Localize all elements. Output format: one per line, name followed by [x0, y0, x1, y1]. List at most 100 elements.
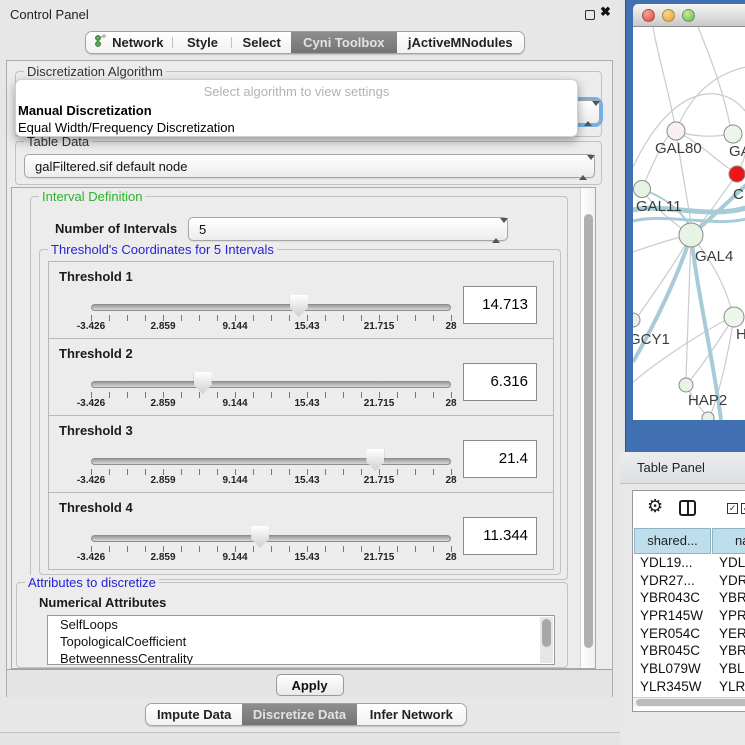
- network-window-titlebar[interactable]: [633, 4, 745, 27]
- table-row[interactable]: YBR043CYBR0: [633, 589, 745, 607]
- table-cell[interactable]: YBL079W: [633, 660, 711, 678]
- column-header-name[interactable]: na: [712, 528, 745, 554]
- scale-tick-label: 2.859: [150, 552, 175, 563]
- list-scrollbar-thumb[interactable]: [542, 619, 551, 647]
- num-intervals-label: Number of Intervals: [55, 221, 177, 236]
- node-label: HAP2: [688, 392, 727, 409]
- numerical-attributes-list[interactable]: SelfLoopsTopologicalCoefficientBetweenne…: [47, 615, 555, 665]
- slider-track[interactable]: [91, 535, 451, 542]
- column-header-shared-name[interactable]: shared...: [634, 528, 711, 554]
- threshold-value-field[interactable]: 11.344: [463, 517, 537, 555]
- group-title: Interval Definition: [39, 189, 145, 204]
- scale-tick-label: -3.426: [77, 398, 105, 409]
- gear-icon[interactable]: ⚙: [647, 497, 663, 515]
- scale-tick-label: 21.715: [364, 398, 395, 409]
- table-data-value: galFiltered.sif default node: [35, 159, 187, 174]
- table-cell[interactable]: YLR3: [711, 678, 745, 696]
- table-rows: YDL19...YDL1YDR27...YDR2YBR043CYBR0YPR14…: [633, 554, 745, 697]
- threshold-label: Threshold 2: [59, 346, 133, 361]
- threshold-label: Threshold 4: [59, 500, 133, 515]
- threshold-label: Threshold 3: [59, 423, 133, 438]
- tab-jactivemnodules[interactable]: jActiveMNodules: [397, 32, 524, 53]
- table-horizontal-scrollbar[interactable]: [633, 697, 745, 707]
- table-cell[interactable]: YPR1: [711, 607, 745, 625]
- tab-style[interactable]: Style: [173, 32, 233, 53]
- threshold-value-field[interactable]: 14.713: [463, 286, 537, 324]
- slider-thumb[interactable]: [251, 526, 269, 548]
- tab-cyni-toolbox[interactable]: Cyni Toolbox: [291, 32, 397, 53]
- num-intervals-select[interactable]: 5: [188, 217, 508, 241]
- table-row[interactable]: YDL19...YDL1: [633, 554, 745, 572]
- tab-infer-network[interactable]: Infer Network: [357, 704, 466, 725]
- table-cell[interactable]: YER054C: [633, 625, 711, 643]
- slider-track[interactable]: [91, 458, 451, 465]
- table-row[interactable]: YDR27...YDR2: [633, 572, 745, 590]
- attribute-list-item[interactable]: BetweennessCentrality: [48, 650, 554, 665]
- attribute-list-item[interactable]: TopologicalCoefficient: [48, 633, 554, 650]
- table-cell[interactable]: YER0: [711, 625, 745, 643]
- settings-scrollbar-thumb[interactable]: [584, 214, 593, 648]
- slider-thumb[interactable]: [366, 449, 384, 471]
- table-hscrollbar-thumb[interactable]: [636, 699, 745, 706]
- table-cell[interactable]: YPR145W: [633, 607, 711, 625]
- close-window-icon[interactable]: ✖: [600, 4, 611, 20]
- table-cell[interactable]: YBR043C: [633, 589, 711, 607]
- node-label: GA: [729, 143, 745, 160]
- table-cell[interactable]: YBL0: [711, 660, 745, 678]
- close-button[interactable]: [642, 9, 655, 22]
- slider-track[interactable]: [91, 304, 451, 311]
- network-canvas[interactable]: GAL80 GA C GAL11 GAL4 GCY1 H HAP2: [633, 27, 745, 420]
- slider-thumb[interactable]: [194, 372, 212, 394]
- network-tab-icon: [95, 34, 107, 51]
- table-cell[interactable]: YDL19...: [633, 554, 711, 572]
- table-row[interactable]: YLR345WYLR3: [633, 678, 745, 696]
- tab-network[interactable]: Network: [86, 32, 173, 53]
- list-scrollbar[interactable]: [540, 617, 553, 663]
- table-cell[interactable]: YBR0: [711, 642, 745, 660]
- cyni-toolbox-panel: Discretization Algorithm Select algorith…: [6, 60, 613, 697]
- attribute-list-item[interactable]: SelfLoops: [48, 616, 554, 633]
- combo-arrows-icon: [492, 223, 500, 238]
- table-cell[interactable]: YBR045C: [633, 642, 711, 660]
- table-data-select[interactable]: galFiltered.sif default node: [24, 154, 595, 178]
- node-label: GAL80: [655, 140, 702, 157]
- table-cell[interactable]: YDR27...: [633, 572, 711, 590]
- scale-tick-label: 2.859: [150, 321, 175, 332]
- tab-select[interactable]: Select: [232, 32, 291, 53]
- interval-definition-group: Interval Definition Number of Intervals …: [30, 196, 568, 580]
- numerical-attributes-label: Numerical Attributes: [39, 595, 166, 610]
- scale-tick-label: -3.426: [77, 321, 105, 332]
- algorithm-dropdown-popup: Select algorithm to view settings Manual…: [15, 79, 578, 137]
- node-label: GAL11: [636, 198, 682, 215]
- table-row[interactable]: YER054CYER0: [633, 625, 745, 643]
- slider-thumb[interactable]: [290, 295, 308, 317]
- popup-item-manual-discretization[interactable]: Manual Discretization: [16, 102, 577, 119]
- tab-label: Select: [243, 35, 281, 50]
- table-row[interactable]: YBL079WYBL0: [633, 660, 745, 678]
- popup-item-equal-width-frequency[interactable]: Equal Width/Frequency Discretization: [16, 119, 577, 136]
- table-cell[interactable]: YLR345W: [633, 678, 711, 696]
- table-row[interactable]: YBR045CYBR0: [633, 642, 745, 660]
- apply-button[interactable]: Apply: [276, 674, 344, 696]
- checkbox-icon[interactable]: ✓: [727, 503, 738, 514]
- zoom-button[interactable]: [682, 9, 695, 22]
- checkbox-icon[interactable]: ✓: [741, 503, 745, 514]
- threshold-value-field[interactable]: 6.316: [463, 363, 537, 401]
- table-cell[interactable]: YDR2: [711, 572, 745, 590]
- table-row[interactable]: YPR145WYPR1: [633, 607, 745, 625]
- tab-discretize-data[interactable]: Discretize Data: [242, 704, 356, 725]
- network-nodes[interactable]: [633, 122, 745, 420]
- tab-label: Network: [112, 35, 163, 50]
- slider-track[interactable]: [91, 381, 451, 388]
- threshold-value-field[interactable]: 21.4: [463, 440, 537, 478]
- scale-tick-label: -3.426: [77, 475, 105, 486]
- table-cell[interactable]: YBR0: [711, 589, 745, 607]
- table-cell[interactable]: YDL1: [711, 554, 745, 572]
- node-ga: [724, 125, 742, 143]
- minimize-button[interactable]: [662, 9, 675, 22]
- column-selector-icon[interactable]: [679, 500, 696, 516]
- tab-impute-data[interactable]: Impute Data: [146, 704, 242, 725]
- tab-label: Cyni Toolbox: [303, 35, 384, 50]
- settings-scrollbar[interactable]: [580, 188, 596, 668]
- float-window-icon[interactable]: [585, 10, 595, 20]
